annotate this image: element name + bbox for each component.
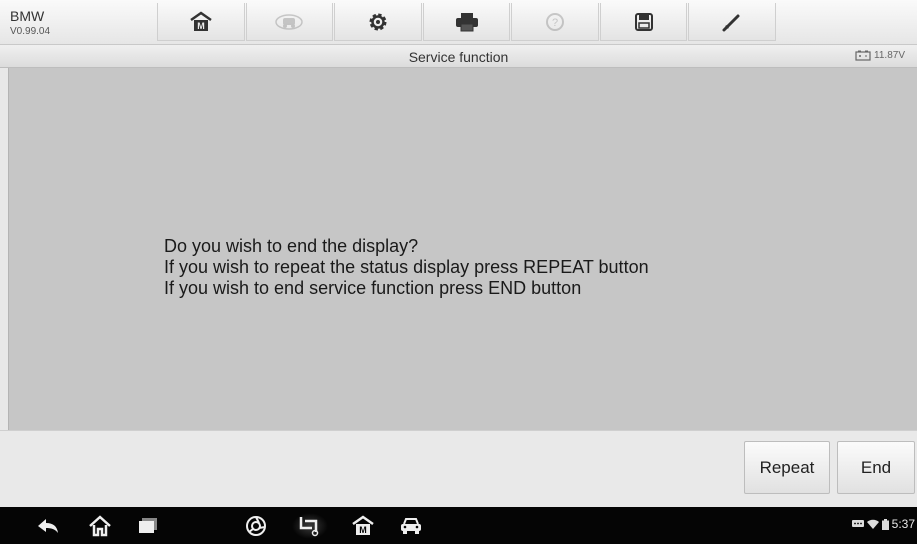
message-line: If you wish to end service function pres… (164, 278, 582, 298)
function-title-bar: Service function 11.87V (0, 45, 917, 68)
maxi-home-icon[interactable]: M (350, 513, 376, 539)
toolbar: M ? (157, 3, 777, 41)
brand: BMW V0.99.04 (10, 9, 50, 37)
battery-voltage: 11.87V (874, 50, 905, 61)
battery-icon (855, 50, 871, 61)
vehicle-swap-icon (275, 13, 304, 30)
software-version: V0.99.04 (10, 26, 51, 37)
back-icon[interactable] (35, 513, 61, 539)
printer-icon (455, 12, 478, 31)
message-line: If you wish to repeat the status display… (164, 257, 649, 277)
message-line: Do you wish to end the display? (164, 236, 419, 256)
toolbar-home-button[interactable]: M (157, 3, 245, 41)
toolbar-save-button[interactable] (599, 3, 688, 41)
clock: 5:37 (891, 517, 915, 531)
svg-text:M: M (197, 21, 205, 31)
battery-status: 11.87V (855, 50, 905, 61)
toolbar-vehicle-swap-button[interactable] (245, 3, 334, 41)
end-button[interactable]: End (837, 441, 915, 494)
help-icon: ? (546, 12, 565, 31)
battery-icon (881, 518, 889, 530)
settings-gear-icon (369, 13, 387, 30)
message-text: Do you wish to end the display? If you w… (164, 236, 649, 299)
message-panel: Do you wish to end the display? If you w… (8, 68, 917, 430)
vehicle-make: BMW (10, 8, 45, 24)
save-icon (634, 12, 653, 31)
toolbar-print-button[interactable] (422, 3, 511, 41)
pen-icon (722, 14, 740, 31)
car-icon[interactable] (398, 513, 424, 539)
svg-text:M: M (359, 525, 367, 535)
toolbar-edit-button[interactable] (688, 3, 777, 41)
system-navigation-bar: M 5:37 (0, 507, 917, 544)
toolbar-help-button[interactable]: ? (511, 3, 599, 41)
home-icon: M (190, 10, 212, 31)
toolbar-settings-button[interactable] (334, 3, 422, 41)
recent-apps-icon[interactable] (135, 513, 161, 539)
browser-icon[interactable] (243, 513, 269, 539)
page-title: Service function (408, 49, 509, 65)
message-icon (851, 519, 864, 527)
system-status-area: 5:37 (851, 517, 915, 531)
android-home-icon[interactable] (87, 513, 113, 539)
screenshot-icon[interactable] (292, 513, 328, 539)
svg-text:?: ? (552, 17, 558, 29)
top-bar: BMW V0.99.04 M ? (0, 0, 917, 45)
wifi-icon (866, 519, 879, 529)
repeat-button[interactable]: Repeat (744, 441, 830, 494)
action-bar: Repeat End (0, 430, 917, 507)
